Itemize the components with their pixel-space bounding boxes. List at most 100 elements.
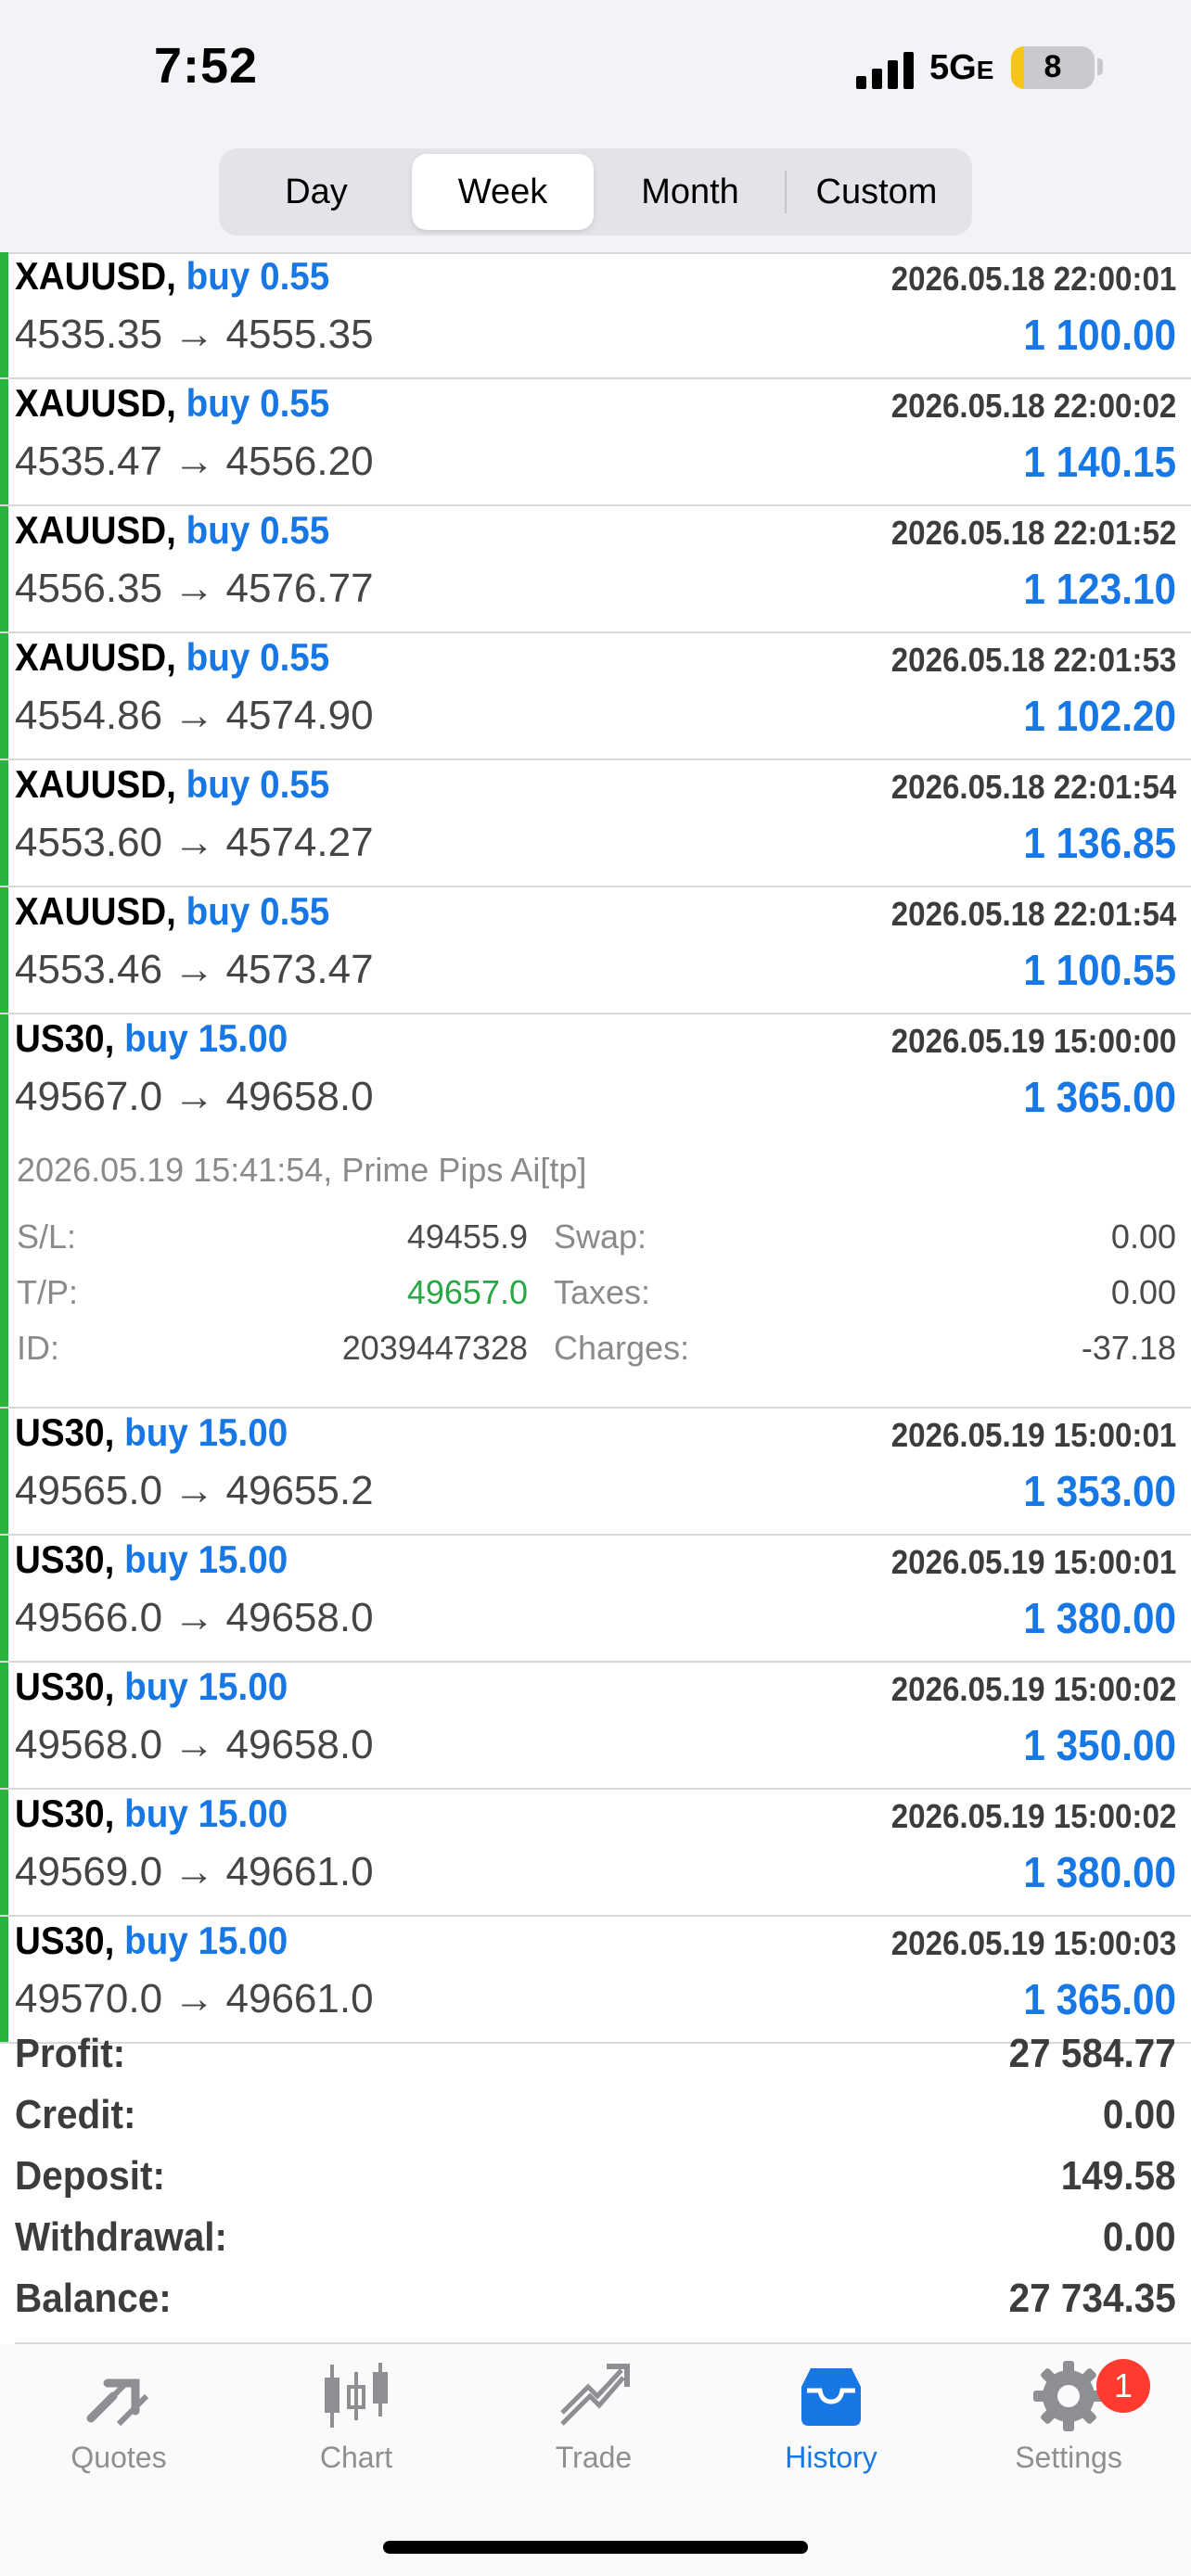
trade-row[interactable]: US30, buy 15.00 49569.0 → 49661.0 2026.0…	[0, 1790, 1191, 1917]
trade-row[interactable]: XAUUSD, buy 0.55 4556.35 → 4576.77 2026.…	[0, 506, 1191, 633]
chart-icon	[325, 2363, 388, 2428]
trade-prices: 49568.0 → 49658.0	[15, 1722, 374, 1767]
summary-value: 0.00	[1103, 2214, 1176, 2260]
trade-prices: 49565.0 → 49655.2	[15, 1468, 374, 1513]
id-value: 2039447328	[341, 1329, 528, 1367]
summary-value: 149.58	[1061, 2153, 1176, 2199]
trade-time: 2026.05.19 15:00:02	[890, 1797, 1176, 1835]
tab-label: History	[785, 2441, 877, 2474]
trade-type: buy 0.55	[186, 889, 330, 933]
trade-time: 2026.05.18 22:00:01	[890, 260, 1176, 298]
trade-row[interactable]: XAUUSD, buy 0.55 4553.46 → 4573.47 2026.…	[0, 887, 1191, 1014]
trade-time: 2026.05.19 15:00:01	[890, 1543, 1176, 1581]
trade-time: 2026.05.19 15:00:01	[890, 1416, 1176, 1454]
trade-row[interactable]: XAUUSD, buy 0.55 4535.47 → 4556.20 2026.…	[0, 379, 1191, 506]
trade-time: 2026.05.19 15:00:03	[890, 1924, 1176, 1962]
status-time: 7:52	[154, 38, 259, 94]
trade-time: 2026.05.18 22:01:54	[890, 768, 1176, 806]
buy-indicator	[0, 760, 8, 886]
trade-type: buy 15.00	[124, 1792, 288, 1835]
trade-profit: 1 380.00	[1023, 1848, 1176, 1896]
trade-icon	[560, 2364, 630, 2426]
trade-type: buy 0.55	[186, 381, 330, 425]
trade-row[interactable]: XAUUSD, buy 0.55 4553.60 → 4574.27 2026.…	[0, 760, 1191, 887]
summary-value: 0.00	[1103, 2092, 1176, 2137]
trade-type: buy 15.00	[124, 1016, 288, 1060]
tab-history[interactable]: History	[720, 2359, 942, 2489]
trade-symbol: XAUUSD, buy 0.55	[15, 508, 330, 552]
trade-prices: 4554.86 → 4574.90	[15, 693, 374, 738]
trade-history-list: XAUUSD, buy 0.55 4535.35 → 4555.35 2026.…	[0, 252, 1191, 2044]
id-label: ID:	[17, 1329, 60, 1367]
buy-indicator	[0, 379, 8, 504]
tp-label: T/P:	[17, 1273, 79, 1311]
trade-type: buy 15.00	[124, 1410, 288, 1454]
trade-details: 2026.05.19 15:41:54, Prime Pips Ai[tp] S…	[0, 1140, 1191, 1409]
trade-profit: 1 102.20	[1023, 692, 1176, 740]
sl-label: S/L:	[17, 1218, 77, 1256]
summary-deposit: Deposit: 149.58	[0, 2146, 1191, 2207]
tab-label: Settings	[1015, 2441, 1122, 2474]
battery-icon: 8	[1011, 46, 1095, 89]
trade-symbol: XAUUSD, buy 0.55	[15, 254, 330, 298]
segment-custom[interactable]: Custom	[787, 154, 967, 230]
trade-type: buy 15.00	[124, 1919, 288, 1962]
tp-value: 49657.0	[406, 1273, 528, 1311]
segment-month[interactable]: Month	[597, 154, 783, 230]
signal-icon	[856, 50, 916, 89]
trade-type: buy 0.55	[186, 254, 330, 298]
trade-profit: 1 365.00	[1023, 1073, 1176, 1121]
trade-row[interactable]: XAUUSD, buy 0.55 4554.86 → 4574.90 2026.…	[0, 633, 1191, 760]
trade-prices: 4553.46 → 4573.47	[15, 947, 374, 992]
trade-type: buy 0.55	[186, 762, 330, 806]
buy-indicator	[0, 252, 8, 377]
summary-label: Withdrawal:	[15, 2214, 228, 2260]
buy-indicator	[0, 506, 8, 631]
trade-prices: 4535.35 → 4555.35	[15, 312, 374, 357]
trade-row[interactable]: US30, buy 15.00 49566.0 → 49658.0 2026.0…	[0, 1536, 1191, 1663]
tab-trade[interactable]: Trade	[482, 2359, 705, 2489]
trade-row[interactable]: US30, buy 15.00 49565.0 → 49655.2 2026.0…	[0, 1409, 1191, 1536]
summary-credit: Credit: 0.00	[0, 2085, 1191, 2146]
trade-profit: 1 100.00	[1023, 311, 1176, 359]
taxes-value: 0.00	[1110, 1273, 1176, 1311]
trade-symbol: US30, buy 15.00	[15, 1792, 288, 1835]
network-indicator: 5GE	[929, 48, 994, 87]
trade-symbol: US30, buy 15.00	[15, 1919, 288, 1962]
trade-prices: 49570.0 → 49661.0	[15, 1976, 374, 2021]
segment-week[interactable]: Week	[412, 154, 594, 230]
buy-indicator	[0, 633, 8, 759]
trade-time: 2026.05.18 22:01:52	[890, 514, 1176, 552]
sl-value: 49455.9	[406, 1218, 528, 1256]
buy-indicator	[0, 1663, 8, 1788]
trade-profit: 1 350.00	[1023, 1721, 1176, 1769]
charges-label: Charges:	[554, 1329, 690, 1367]
buy-indicator	[0, 1140, 8, 1407]
tab-chart[interactable]: Chart	[245, 2359, 467, 2489]
tab-quotes[interactable]: Quotes	[7, 2359, 230, 2489]
buy-indicator	[0, 887, 8, 1013]
trade-row[interactable]: US30, buy 15.00 49568.0 → 49658.0 2026.0…	[0, 1663, 1191, 1790]
tab-settings[interactable]: Settings 1	[957, 2359, 1180, 2489]
trade-type: buy 15.00	[124, 1537, 288, 1581]
buy-indicator	[0, 1536, 8, 1661]
summary-label: Balance:	[15, 2276, 172, 2321]
trade-profit: 1 123.10	[1023, 565, 1176, 613]
trade-row-expanded[interactable]: US30, buy 15.00 49567.0 → 49658.0 2026.0…	[0, 1014, 1191, 1140]
tab-label: Trade	[555, 2441, 633, 2474]
trade-symbol: XAUUSD, buy 0.55	[15, 889, 330, 933]
summary-label: Credit:	[15, 2092, 136, 2137]
history-icon	[801, 2368, 861, 2426]
segment-day[interactable]: Day	[224, 154, 408, 230]
trade-symbol: XAUUSD, buy 0.55	[15, 635, 330, 679]
summary-label: Deposit:	[15, 2153, 165, 2199]
segmented-control: Day Week Month Custom	[219, 148, 972, 236]
charges-value: -37.18	[1081, 1329, 1176, 1367]
quotes-icon	[86, 2378, 149, 2427]
summary-value: 27 584.77	[1008, 2031, 1176, 2076]
trade-row[interactable]: XAUUSD, buy 0.55 4535.35 → 4555.35 2026.…	[0, 252, 1191, 379]
notification-badge: 1	[1096, 2359, 1150, 2413]
trade-prices: 4553.60 → 4574.27	[15, 820, 374, 865]
trade-prices: 49566.0 → 49658.0	[15, 1595, 374, 1640]
trade-time: 2026.05.19 15:00:00	[890, 1022, 1176, 1060]
